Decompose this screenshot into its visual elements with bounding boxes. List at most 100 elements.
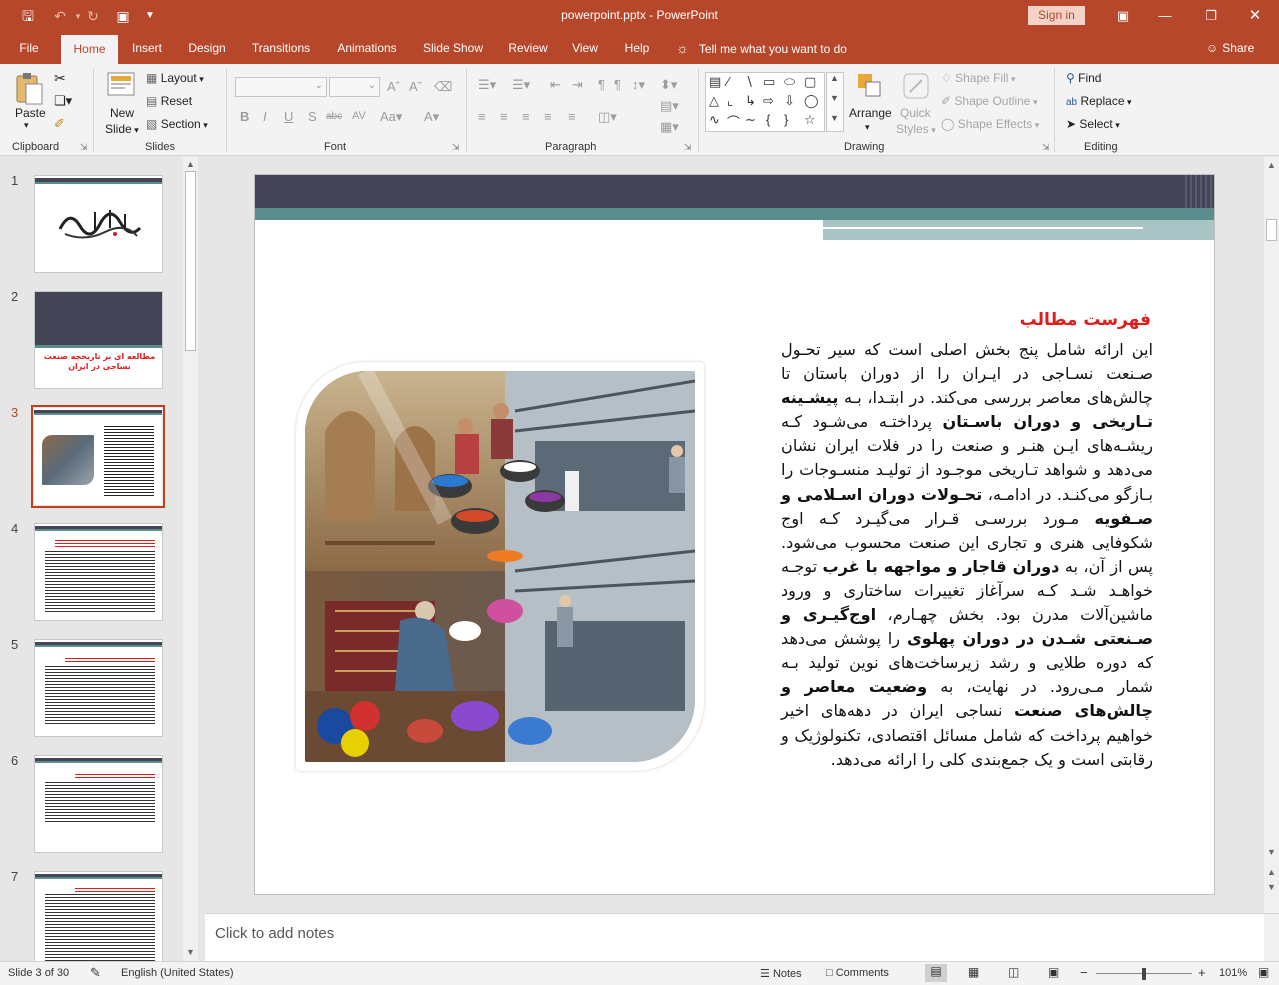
zoom-in-icon[interactable]: + [1198, 965, 1206, 980]
quick-styles-icon[interactable] [902, 72, 932, 102]
drawing-launcher-icon[interactable]: ⇲ [1042, 142, 1050, 153]
tab-transitions[interactable]: Transitions [246, 32, 316, 64]
slide-scrollbar[interactable]: ▲ ▼ ▲ ▼ [1264, 157, 1279, 913]
notes-pane[interactable]: Click to add notes [205, 913, 1279, 962]
font-size-combo[interactable]: ⌄ [329, 77, 380, 97]
slide-title[interactable]: فهرست مطالب [1020, 310, 1151, 330]
bold-icon[interactable]: B [240, 109, 249, 124]
undo-icon[interactable]: ↶ [50, 7, 70, 25]
justify-icon[interactable]: ≡ [544, 109, 552, 124]
slide-thumbnail-3[interactable] [34, 408, 162, 505]
restore-icon[interactable]: ❐ [1196, 6, 1226, 26]
chevron-up-icon[interactable]: ▲ [186, 159, 195, 169]
zoom-out-icon[interactable]: − [1080, 965, 1088, 980]
customize-toolbar-icon[interactable]: ▼ [140, 7, 160, 25]
ribbon-display-options-icon[interactable]: ▣ [1108, 6, 1138, 26]
align-text-icon[interactable]: ▤▾ [660, 98, 679, 114]
line-spacing-icon[interactable]: ↕▾ [632, 77, 645, 93]
oval-shape-icon[interactable]: ⬭ [784, 74, 795, 90]
arrange-button[interactable]: Arrange [849, 106, 892, 120]
chevron-up-icon[interactable]: ▲ [1267, 160, 1276, 170]
notes-toggle[interactable]: ☰ Notes [760, 967, 802, 980]
decrease-indent-icon[interactable]: ⇤ [550, 77, 561, 93]
slide-thumbnail-5[interactable] [34, 639, 163, 737]
share-button[interactable]: ☺ Share [1206, 32, 1254, 64]
brace-left-shape-icon[interactable]: { [766, 112, 770, 127]
scrollbar-thumb[interactable] [1266, 219, 1277, 241]
fit-slide-icon[interactable]: ▣ [1258, 965, 1269, 979]
columns-icon[interactable]: ◫▾ [598, 109, 617, 125]
font-color-icon[interactable]: A▾ [424, 109, 439, 125]
format-painter-icon[interactable]: ✐ [54, 116, 65, 132]
chevron-down-icon[interactable]: ▼ [830, 93, 839, 103]
increase-indent-icon[interactable]: ⇥ [572, 77, 583, 93]
zoom-slider-handle[interactable] [1142, 968, 1146, 980]
slide-thumbnail-2[interactable]: مطالعه ای بر تاریخچه صنعت نساجی در ایران [34, 291, 163, 389]
shape-fill-button[interactable]: ♢ Shape Fill ▾ [941, 71, 1016, 85]
align-right-icon[interactable]: ≡ [522, 109, 530, 124]
connector-shape-icon[interactable]: ⌞ [727, 93, 733, 109]
numbering-icon[interactable]: ☰▾ [512, 77, 530, 93]
tab-file[interactable]: File [8, 32, 50, 64]
text-direction-icon[interactable]: ⬍▾ [660, 77, 677, 93]
increase-font-icon[interactable]: Aˆ [387, 79, 400, 94]
new-slide-button-line2[interactable]: Slide ▾ [105, 122, 139, 136]
spell-check-icon[interactable]: ✎ [90, 965, 101, 981]
arrange-dropdown-icon[interactable]: ▾ [865, 122, 870, 133]
triangle-shape-icon[interactable]: △ [709, 93, 719, 109]
more-shapes-icon[interactable]: ▼ [830, 113, 839, 123]
zoom-level[interactable]: 101% [1219, 967, 1247, 979]
comments-toggle[interactable]: □ Comments [826, 967, 889, 979]
line2-shape-icon[interactable]: ∖ [745, 74, 753, 90]
section-button[interactable]: ▧ Section ▾ [146, 117, 208, 131]
star-shape-icon[interactable]: ☆ [804, 112, 816, 128]
paragraph-launcher-icon[interactable]: ⇲ [684, 142, 692, 153]
notes-scrollbar[interactable] [1264, 914, 1279, 962]
rectangle-shape-icon[interactable]: ▭ [763, 74, 775, 90]
bullets-icon[interactable]: ☰▾ [478, 77, 496, 93]
font-launcher-icon[interactable]: ⇲ [452, 142, 460, 153]
tab-slide-show[interactable]: Slide Show [418, 32, 488, 64]
tab-insert[interactable]: Insert [126, 32, 168, 64]
layout-button[interactable]: ▦ Layout ▾ [146, 71, 204, 85]
tab-animations[interactable]: Animations [330, 32, 404, 64]
rtl-icon[interactable]: ¶ [614, 77, 621, 92]
tell-me-search[interactable]: ☼ Tell me what you want to do [676, 32, 847, 64]
chevron-down-icon[interactable]: ▼ [1267, 847, 1276, 857]
shapes-gallery-scroll[interactable]: ▲ ▼ ▼ [826, 72, 844, 132]
character-spacing-icon[interactable]: AV [352, 110, 366, 122]
replace-button[interactable]: ab Replace ▾ [1066, 94, 1132, 108]
freeform-shape-icon[interactable]: ∿ [709, 112, 720, 128]
minimize-icon[interactable]: — [1150, 6, 1180, 26]
paste-dropdown-icon[interactable]: ▾ [24, 120, 29, 131]
curve-shape-icon[interactable]: ∼ [745, 112, 756, 128]
slide-counter[interactable]: Slide 3 of 30 [8, 967, 69, 979]
chevron-down-icon[interactable]: ▼ [186, 947, 195, 957]
new-slide-icon[interactable] [106, 70, 138, 104]
redo-icon[interactable]: ↻ [83, 7, 103, 25]
quick-styles-button[interactable]: Quick [900, 106, 931, 120]
close-icon[interactable]: ✕ [1240, 6, 1270, 26]
slide-thumbnail-7[interactable] [34, 871, 163, 961]
elbow-shape-icon[interactable]: ↳ [745, 93, 756, 109]
slideshow-icon[interactable]: ▣ [1048, 965, 1059, 979]
slide-sorter-icon[interactable]: ▦ [968, 965, 979, 979]
language-indicator[interactable]: English (United States) [121, 967, 234, 979]
clipboard-launcher-icon[interactable]: ⇲ [80, 142, 88, 153]
italic-icon[interactable]: I [263, 109, 267, 124]
select-button[interactable]: ➤ Select ▾ [1066, 117, 1120, 131]
thumbnail-scrollbar[interactable]: ▲ ▼ [183, 157, 198, 961]
callout-shape-icon[interactable]: ◯ [804, 93, 819, 109]
tab-design[interactable]: Design [182, 32, 232, 64]
notes-placeholder[interactable]: Click to add notes [215, 925, 334, 942]
present-from-start-icon[interactable]: ▣ [113, 7, 133, 25]
tab-review[interactable]: Review [502, 32, 554, 64]
paste-icon[interactable] [14, 72, 44, 106]
normal-view-icon[interactable]: ▤ [925, 964, 947, 982]
textile-history-photo[interactable] [305, 371, 695, 762]
tab-help[interactable]: Help [618, 32, 656, 64]
reset-button[interactable]: ▤ Reset [146, 94, 192, 108]
shadow-icon[interactable]: S [308, 109, 317, 124]
slide-thumbnail-4[interactable] [34, 523, 163, 621]
underline-icon[interactable]: U [284, 109, 293, 124]
